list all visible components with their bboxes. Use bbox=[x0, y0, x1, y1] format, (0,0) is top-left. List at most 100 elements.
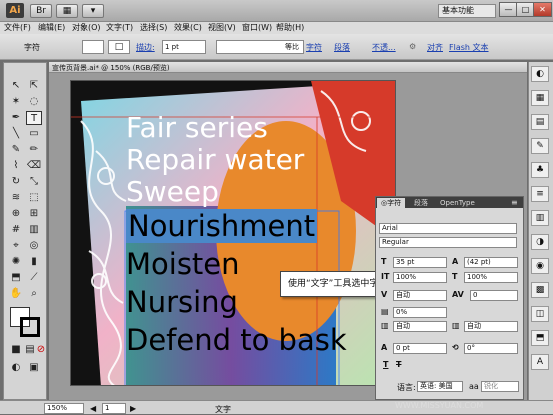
symbols-panel-icon[interactable]: ♣ bbox=[531, 162, 549, 178]
lasso-tool-icon[interactable]: ◌ bbox=[26, 95, 42, 109]
next-artboard-icon[interactable]: ▶ bbox=[130, 404, 136, 413]
menu-object[interactable]: 对象(O) bbox=[72, 22, 101, 34]
menu-window[interactable]: 窗口(W) bbox=[242, 22, 272, 34]
artboards-panel-icon[interactable]: ⬒ bbox=[531, 330, 549, 346]
color-guide-icon[interactable]: ▦ bbox=[531, 90, 549, 106]
character-link[interactable]: 字符 bbox=[306, 42, 322, 53]
recolor-icon[interactable]: ⚙ bbox=[409, 42, 416, 51]
graphic-styles-icon[interactable]: ▩ bbox=[531, 282, 549, 298]
headline-line-1[interactable]: Fair series bbox=[126, 111, 268, 144]
body-line-nourishment[interactable]: Nourishment bbox=[126, 209, 318, 243]
workspace-switcher[interactable]: 基本功能 bbox=[438, 4, 496, 18]
antialias-select[interactable]: 锐化 bbox=[481, 381, 519, 392]
font-size-field[interactable]: 35 pt bbox=[393, 257, 447, 268]
gradient-tool-icon[interactable]: ▥ bbox=[26, 223, 42, 237]
layers-panel-icon[interactable]: ◫ bbox=[531, 306, 549, 322]
menu-view[interactable]: 视图(V) bbox=[208, 22, 236, 34]
eraser-tool-icon[interactable]: ⌫ bbox=[26, 159, 42, 173]
zoom-tool-icon[interactable]: ⌕ bbox=[26, 287, 42, 301]
menu-select[interactable]: 选择(S) bbox=[140, 22, 167, 34]
stroke-link[interactable]: 描边: bbox=[136, 42, 155, 53]
prev-artboard-icon[interactable]: ◀ bbox=[90, 404, 96, 413]
strikethrough-button[interactable]: T bbox=[396, 360, 401, 369]
flash-text-link[interactable]: Flash 文本 bbox=[449, 42, 489, 53]
direct-selection-tool-icon[interactable]: ⇱ bbox=[26, 79, 42, 93]
scale-tool-icon[interactable]: ⤡ bbox=[26, 175, 42, 189]
swatches-panel-icon[interactable]: ▤ bbox=[531, 114, 549, 130]
type-tool-icon[interactable]: T bbox=[26, 111, 42, 125]
paragraph-link[interactable]: 段落 bbox=[334, 42, 350, 53]
align-link[interactable]: 对齐 bbox=[427, 42, 443, 53]
arrange-documents-icon[interactable]: ▦ bbox=[56, 4, 78, 18]
stroke-swatch[interactable]: □ bbox=[108, 40, 130, 54]
artboard-number-field[interactable]: 1 bbox=[102, 403, 126, 414]
tab-opentype[interactable]: OpenType bbox=[436, 198, 479, 208]
rectangle-tool-icon[interactable]: ▭ bbox=[26, 127, 42, 141]
stroke-weight-field[interactable]: 1 pt bbox=[162, 40, 206, 54]
font-family-select[interactable]: Arial bbox=[379, 223, 517, 234]
body-line-defend[interactable]: Defend to bask bbox=[126, 323, 347, 357]
menu-help[interactable]: 帮助(H) bbox=[276, 22, 304, 34]
perspective-grid-tool-icon[interactable]: ⊞ bbox=[26, 207, 42, 221]
eyedropper-tool-icon[interactable]: ⌖ bbox=[8, 239, 24, 253]
character-panel-icon[interactable]: A bbox=[531, 354, 549, 370]
fill-swatch[interactable] bbox=[82, 40, 104, 54]
warp-tool-icon[interactable]: ≋ bbox=[8, 191, 24, 205]
blob-brush-tool-icon[interactable]: ⌇ bbox=[8, 159, 24, 173]
horizontal-scale-field[interactable]: 100% bbox=[464, 272, 518, 283]
headline-line-3[interactable]: Sweep bbox=[126, 175, 219, 208]
appearance-panel-icon[interactable]: ◉ bbox=[531, 258, 549, 274]
body-line-nursing[interactable]: Nursing bbox=[126, 285, 238, 319]
character-rotation-field[interactable]: 0° bbox=[464, 343, 518, 354]
bridge-button[interactable]: Br bbox=[30, 4, 52, 18]
kerning-field[interactable]: 自动 bbox=[393, 290, 447, 301]
hand-tool-icon[interactable]: ✋ bbox=[8, 287, 24, 301]
zoom-select[interactable]: 150% bbox=[44, 403, 84, 414]
language-select[interactable]: 英语: 美国 bbox=[417, 381, 463, 392]
pencil-tool-icon[interactable]: ✏ bbox=[26, 143, 42, 157]
tab-character[interactable]: ◎字符 bbox=[377, 198, 406, 208]
body-line-moisten[interactable]: Moisten bbox=[126, 247, 240, 281]
menu-effect[interactable]: 效果(C) bbox=[174, 22, 202, 34]
leading-field[interactable]: (42 pt) bbox=[464, 257, 518, 268]
brushes-panel-icon[interactable]: ✎ bbox=[531, 138, 549, 154]
artboard-tool-icon[interactable]: ⬒ bbox=[8, 271, 24, 285]
close-button[interactable]: ✕ bbox=[533, 2, 552, 17]
pen-tool-icon[interactable]: ✒ bbox=[8, 111, 24, 125]
font-style-select[interactable]: Regular bbox=[379, 237, 517, 248]
headline-line-2[interactable]: Repair water bbox=[126, 143, 304, 176]
menu-type[interactable]: 文字(T) bbox=[106, 22, 133, 34]
magic-wand-tool-icon[interactable]: ✶ bbox=[8, 95, 24, 109]
draw-mode-icon[interactable]: ◐ bbox=[8, 361, 24, 375]
underline-button[interactable]: T bbox=[383, 360, 388, 369]
color-panel-icon[interactable]: ◐ bbox=[531, 66, 549, 82]
vertical-scale-field[interactable]: 100% bbox=[393, 272, 447, 283]
slice-tool-icon[interactable]: ⟋ bbox=[26, 271, 42, 285]
line-tool-icon[interactable]: ╲ bbox=[8, 127, 24, 141]
tab-paragraph[interactable]: 段落 bbox=[410, 198, 432, 208]
aki-right-field[interactable]: 自动 bbox=[464, 321, 518, 332]
panel-menu-icon[interactable]: ≡ bbox=[511, 198, 518, 207]
tracking-field[interactable]: 0 bbox=[470, 290, 518, 301]
blend-tool-icon[interactable]: ◎ bbox=[26, 239, 42, 253]
paintbrush-tool-icon[interactable]: ✎ bbox=[8, 143, 24, 157]
aki-left-field[interactable]: 自动 bbox=[393, 321, 447, 332]
tsume-field[interactable]: 0% bbox=[393, 307, 447, 318]
gradient-panel-icon[interactable]: ▥ bbox=[531, 210, 549, 226]
stroke-color-icon[interactable] bbox=[20, 317, 40, 337]
column-graph-tool-icon[interactable]: ▮ bbox=[26, 255, 42, 269]
none-mode-icon[interactable]: ⊘ bbox=[36, 343, 46, 357]
rotate-tool-icon[interactable]: ↻ bbox=[8, 175, 24, 189]
stroke-panel-icon[interactable]: ≡ bbox=[531, 186, 549, 202]
view-options-icon[interactable]: ▾ bbox=[82, 4, 104, 18]
menu-edit[interactable]: 编辑(E) bbox=[38, 22, 65, 34]
shape-builder-tool-icon[interactable]: ⊕ bbox=[8, 207, 24, 221]
mesh-tool-icon[interactable]: # bbox=[8, 223, 24, 237]
selection-tool-icon[interactable]: ↖ bbox=[8, 79, 24, 93]
menu-file[interactable]: 文件(F) bbox=[4, 22, 31, 34]
stroke-profile-select[interactable]: 等比 bbox=[216, 40, 304, 54]
symbol-sprayer-tool-icon[interactable]: ✺ bbox=[8, 255, 24, 269]
screen-mode-icon[interactable]: ▣ bbox=[26, 361, 42, 375]
transparency-panel-icon[interactable]: ◑ bbox=[531, 234, 549, 250]
artboard[interactable]: Fair series Repair water Sweep Nourishme… bbox=[70, 80, 396, 386]
